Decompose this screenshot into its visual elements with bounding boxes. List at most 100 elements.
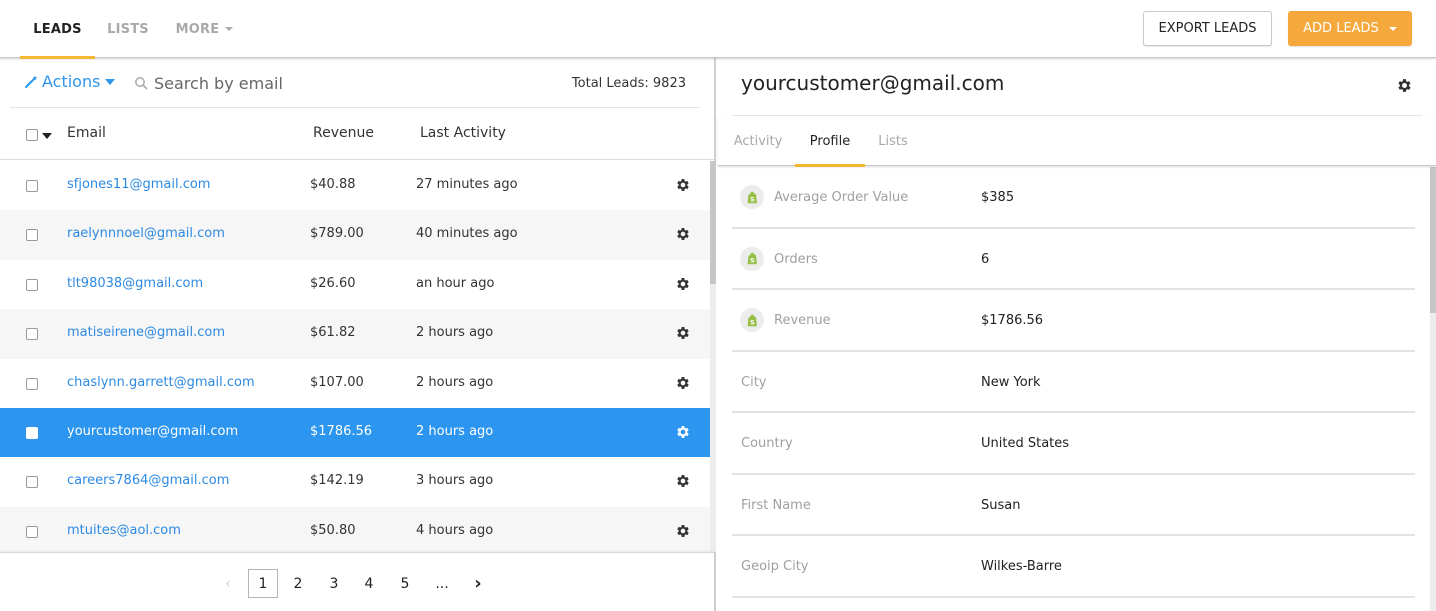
column-header-revenue[interactable]: Revenue [313, 125, 374, 141]
lead-email-link[interactable]: yourcustomer@gmail.com [67, 424, 238, 439]
profile-field-label: Revenue [774, 313, 831, 328]
pagination: ‹ 1 2 3 4 5 ... › [0, 552, 714, 611]
gear-icon[interactable] [675, 226, 691, 242]
scrollbar-thumb[interactable] [710, 161, 716, 284]
profile-scrollbar[interactable] [1430, 167, 1436, 611]
lead-email-link[interactable]: matiseirene@gmail.com [67, 325, 225, 340]
page-ellipsis[interactable]: ... [427, 569, 457, 598]
table-row[interactable]: careers7864@gmail.com $142.19 3 hours ago [0, 457, 710, 506]
row-checkbox[interactable] [26, 180, 38, 192]
caret-down-icon [105, 78, 116, 85]
tab-profile[interactable]: Profile [795, 116, 865, 167]
profile-field-row: First Name Susan [732, 475, 1415, 536]
profile-field-value: New York [981, 374, 1041, 390]
export-leads-button[interactable]: EXPORT LEADS [1143, 11, 1272, 46]
page-2[interactable]: 2 [283, 569, 313, 598]
row-checkbox[interactable] [26, 278, 38, 291]
lead-email-link[interactable]: raelynnnoel@gmail.com [67, 226, 225, 241]
table-row[interactable]: chaslynn.garrett@gmail.com $107.00 2 hours… [0, 359, 710, 408]
row-checkbox[interactable] [26, 229, 38, 242]
lead-email-link[interactable]: tlt98038@gmail.com [67, 276, 203, 291]
add-leads-label: ADD LEADS [1303, 21, 1379, 36]
table-row[interactable]: raelynnnoel@gmail.com $789.00 40 minutes a… [0, 210, 710, 260]
profile-field-label: Geoip City [741, 559, 809, 574]
profile-field-value: United States [981, 436, 1070, 451]
scrollbar-thumb[interactable] [1430, 167, 1436, 313]
leads-panel: Actions Total Leads: 9823 Email Revenue … [0, 58, 716, 611]
row-checkbox[interactable] [26, 377, 38, 390]
gear-icon[interactable] [675, 473, 691, 489]
next-page-button[interactable]: › [463, 569, 493, 598]
table-row[interactable]: tlt98038@gmail.com $26.60 an hour ago [0, 260, 710, 309]
lead-email-link[interactable]: mtuites@aol.com [67, 523, 181, 538]
row-checkbox[interactable] [26, 328, 38, 341]
total-leads-count: Total Leads: 9823 [571, 76, 686, 91]
gear-icon[interactable] [675, 424, 691, 440]
profile-field-value: Wilkes-Barre [981, 559, 1062, 574]
lead-revenue: $50.80 [310, 522, 356, 538]
lead-email-link[interactable]: careers7864@gmail.com [67, 473, 229, 488]
next-page-icon: › [474, 573, 482, 594]
profile-field-row: City New York [732, 352, 1415, 413]
row-checkbox[interactable] [26, 426, 38, 439]
shopify-icon: S [740, 246, 764, 271]
lead-revenue: $26.60 [310, 275, 356, 291]
actions-dropdown[interactable]: Actions [24, 72, 116, 91]
lead-revenue: $40.88 [310, 177, 356, 192]
row-checkbox[interactable] [26, 525, 38, 538]
table-row[interactable]: sfjones11@gmail.com $40.88 27 minutes ago [0, 161, 710, 210]
tab-activity[interactable]: Activity [732, 116, 784, 166]
lead-email-link[interactable]: sfjones11@gmail.com [67, 177, 210, 192]
row-checkbox[interactable] [26, 476, 38, 489]
tab-lists[interactable]: LISTS [95, 0, 161, 58]
page-4[interactable]: 4 [354, 569, 384, 598]
tab-more[interactable]: MORE [161, 0, 248, 58]
profile-field-label: Average Order Value [774, 190, 909, 205]
profile-fields: S Average Order Value $385 S Orders 6 S Revenue… [718, 167, 1428, 611]
search-input[interactable] [154, 73, 414, 93]
lead-last-activity: 3 hours ago [416, 473, 494, 489]
lead-email-title: yourcustomer@gmail.com [741, 71, 1005, 95]
page-1[interactable]: 1 [248, 569, 278, 598]
select-all-checkbox[interactable] [26, 129, 38, 141]
leads-toolbar: Actions Total Leads: 9823 [0, 58, 700, 108]
gear-icon[interactable] [1396, 77, 1413, 94]
page-label: 4 [364, 575, 374, 592]
gear-icon[interactable] [675, 325, 691, 341]
page-3[interactable]: 3 [319, 569, 349, 598]
lead-revenue: $789.00 [310, 226, 364, 242]
profile-field-value: Susan [981, 497, 1021, 513]
lead-email-link[interactable]: chaslynn.garrett@gmail.com [67, 375, 255, 390]
lead-last-activity: 2 hours ago [416, 423, 494, 439]
table-row[interactable]: yourcustomer@gmail.com $1786.56 2 hours ag… [0, 407, 710, 458]
main-tabs: LEADS LISTS MORE [20, 0, 248, 59]
search-icon [135, 77, 148, 90]
column-header-email[interactable]: Email [67, 125, 106, 141]
tab-lists-label: LISTS [107, 21, 149, 37]
leads-scrollbar[interactable] [710, 161, 716, 552]
gear-icon[interactable] [675, 177, 691, 193]
prev-page-button[interactable]: ‹ [213, 569, 243, 598]
actions-label: Actions [42, 72, 101, 91]
column-header-last-activity[interactable]: Last Activity [420, 125, 506, 141]
tab-profile-label: Profile [809, 133, 851, 149]
shopify-icon: S [740, 308, 764, 332]
tab-lists-detail[interactable]: Lists [873, 116, 913, 166]
leads-table-body: sfjones11@gmail.com $40.88 27 minutes ago r… [0, 161, 710, 552]
profile-field-label: First Name [741, 497, 811, 513]
profile-field-row: S Revenue $1786.56 [732, 290, 1415, 352]
table-row[interactable]: matiseirene@gmail.com $61.82 2 hours ago [0, 309, 710, 359]
gear-icon[interactable] [675, 375, 691, 391]
profile-field-label: Orders [774, 251, 818, 267]
lead-last-activity: 2 hours ago [416, 325, 494, 341]
gear-icon[interactable] [675, 276, 691, 292]
select-menu-caret-icon[interactable] [42, 133, 52, 139]
add-leads-button[interactable]: ADD LEADS [1288, 11, 1412, 46]
page-5[interactable]: 5 [390, 569, 420, 598]
page-label: 3 [329, 575, 339, 592]
tab-leads[interactable]: LEADS [20, 0, 95, 59]
svg-text:S: S [750, 318, 755, 326]
table-row[interactable]: mtuites@aol.com $50.80 4 hours ago [0, 506, 710, 552]
profile-field-value: $385 [981, 190, 1015, 205]
gear-icon[interactable] [675, 523, 691, 539]
